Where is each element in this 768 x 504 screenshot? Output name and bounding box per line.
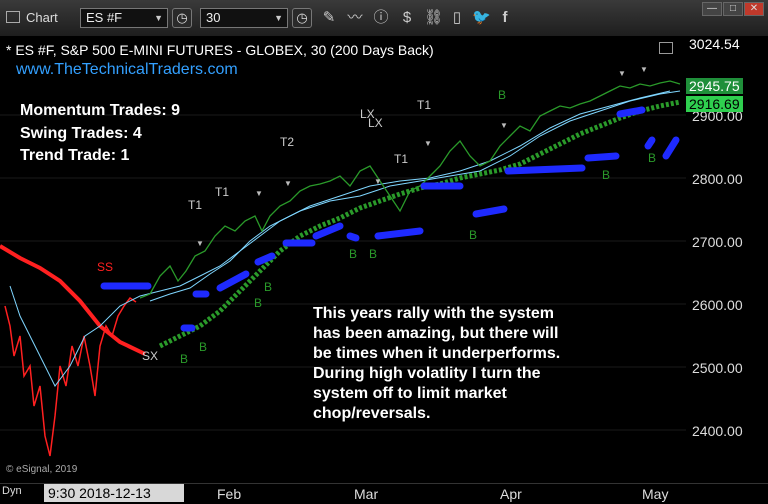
signal-arrow: ▼ [196, 239, 204, 248]
link-icon[interactable]: ⛓ [424, 9, 443, 27]
cursor-date: 9:30 2018-12-13 [44, 484, 184, 502]
stat-trend: Trend Trade: 1 [20, 147, 130, 164]
signal-arrow: ▼ [500, 121, 508, 130]
x-tick: Mar [354, 486, 379, 502]
signal-label-2: T1 [188, 198, 202, 212]
y-tick: 2500.00 [692, 360, 743, 376]
price-tag-high: 2945.75 [686, 78, 743, 94]
chart-title: * ES #F, S&P 500 E-MINI FUTURES - GLOBEX… [6, 42, 434, 58]
minimize-button[interactable]: — [702, 2, 722, 16]
window-title: Chart [26, 10, 58, 25]
restore-button[interactable] [659, 42, 673, 54]
dollar-icon[interactable]: $ [398, 9, 416, 27]
x-tick: Feb [217, 486, 242, 502]
signal-arrow: ▼ [284, 179, 292, 188]
twitter-icon[interactable]: 🐦 [472, 9, 491, 27]
y-axis[interactable]: 3024.54 2900.00 2800.00 2700.00 2600.00 … [686, 36, 768, 483]
signal-label-0: SS [97, 260, 113, 274]
pencil-icon[interactable]: ✎ [320, 9, 338, 27]
signal-label-16: B [469, 228, 477, 242]
chart-icon[interactable] [6, 11, 20, 23]
signal-arrow: ▼ [640, 65, 648, 74]
price-tag-low: 2916.69 [686, 96, 743, 112]
toolbar: Chart ES #F ▼ ◷ 30 ▼ ◷ ✎ 〰 ⓘ $ ⛓ ▯ 🐦 f — □… [0, 0, 768, 37]
close-button[interactable]: ✕ [744, 2, 764, 16]
interval-input[interactable]: 30 ▼ [200, 8, 288, 28]
signal-label-14: B [349, 247, 357, 261]
signal-arrow: ▼ [618, 69, 626, 78]
y-label-top: 3024.54 [686, 36, 743, 52]
chevron-down-icon: ▼ [274, 13, 283, 23]
signal-label-1: SX [142, 349, 158, 363]
signal-label-9: B [498, 88, 506, 102]
y-tick: 2800.00 [692, 171, 743, 187]
signal-label-15: B [369, 247, 377, 261]
line-tool-icon[interactable]: 〰 [346, 9, 364, 27]
page-icon[interactable]: ▯ [448, 9, 466, 27]
signal-label-12: B [180, 352, 188, 366]
stop-dots-blue [100, 106, 680, 332]
signal-arrow: ▼ [424, 139, 432, 148]
copyright: © eSignal, 2019 [6, 464, 78, 475]
y-tick: 2400.00 [692, 423, 743, 439]
y-tick: 2600.00 [692, 297, 743, 313]
signal-label-13: B [199, 340, 207, 354]
signal-arrow: ▼ [255, 189, 263, 198]
stat-momentum: Momentum Trades: 9 [20, 102, 181, 119]
signal-arrow: ▼ [374, 177, 382, 186]
signal-label-18: B [648, 151, 656, 165]
stat-swing: Swing Trades: 4 [20, 125, 142, 142]
info-icon[interactable]: ⓘ [372, 9, 390, 27]
annotation-text: This years rally with the system has bee… [313, 305, 561, 422]
clock-icon[interactable]: ◷ [172, 8, 192, 28]
signal-label-4: T1 [215, 185, 229, 199]
website-link[interactable]: www.TheTechnicalTraders.com [16, 61, 238, 79]
x-tick: May [642, 486, 669, 502]
facebook-icon[interactable]: f [496, 9, 514, 27]
dyn-label[interactable]: Dyn [2, 485, 22, 497]
chevron-down-icon: ▼ [154, 13, 163, 23]
signal-label-10: B [254, 296, 262, 310]
stop-line-red [0, 244, 146, 356]
price-down-series [4, 296, 137, 457]
signal-label-7: T1 [394, 152, 408, 166]
y-tick: 2700.00 [692, 234, 743, 250]
signal-label-3: T2 [280, 135, 294, 149]
clock-icon[interactable]: ◷ [292, 8, 312, 28]
signal-label-8: T1 [417, 98, 431, 112]
symbol-input[interactable]: ES #F ▼ [80, 8, 168, 28]
maximize-button[interactable]: □ [723, 2, 743, 16]
x-tick: Apr [500, 486, 522, 502]
signal-label-11: B [264, 280, 272, 294]
signal-label-17: B [602, 168, 610, 182]
signal-label-6: LX [368, 116, 383, 130]
